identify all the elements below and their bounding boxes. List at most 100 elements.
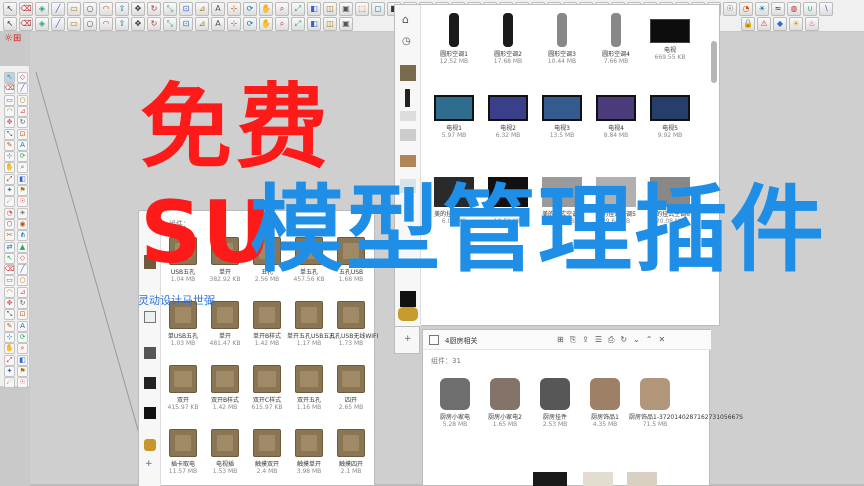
model-thumbnail[interactable] bbox=[557, 13, 567, 47]
left-tool-3-icon[interactable]: ╱ bbox=[17, 83, 28, 95]
left-tool-44-icon[interactable]: ✎ bbox=[4, 320, 15, 332]
left-tool-23-icon[interactable]: ☉ bbox=[17, 196, 28, 208]
model-card[interactable]: 圆形空调4 7.66 MB bbox=[591, 13, 641, 65]
warning-icon[interactable]: ⚠ bbox=[757, 17, 771, 31]
add-icon[interactable]: + bbox=[404, 334, 412, 344]
left-tool-9-icon[interactable]: ↻ bbox=[17, 117, 28, 129]
union-icon[interactable]: ∪ bbox=[803, 2, 817, 16]
wireframe-icon[interactable]: ⊿ bbox=[195, 17, 209, 31]
scale-icon[interactable]: ⤡ bbox=[163, 2, 177, 16]
model-card[interactable]: 单开B样式 1.42 MB bbox=[245, 301, 289, 347]
model-card[interactable]: 双开 415.97 KB bbox=[161, 365, 205, 411]
close-icon[interactable]: ✕ bbox=[659, 335, 666, 345]
circle-icon[interactable]: ○ bbox=[83, 2, 97, 16]
model-card[interactable]: 五孔USB无线WIFI 1.73 MB bbox=[329, 301, 378, 347]
history-icon[interactable]: ◷ bbox=[402, 36, 411, 47]
model-thumbnail[interactable] bbox=[295, 365, 323, 393]
wireframe-icon[interactable]: ⬚ bbox=[355, 2, 369, 16]
arc-icon[interactable]: ◠ bbox=[99, 2, 113, 16]
model-card[interactable]: 双开C样式 615.97 KB bbox=[245, 365, 289, 411]
select-icon[interactable]: ↖ bbox=[3, 2, 17, 16]
axes-icon[interactable]: ▭ bbox=[67, 17, 81, 31]
move-icon[interactable]: ✥ bbox=[131, 2, 145, 16]
left-tool-54-icon[interactable]: ☄ bbox=[4, 377, 15, 389]
left-tool-18-icon[interactable]: ⤢ bbox=[4, 173, 15, 185]
rail-thumb[interactable] bbox=[400, 65, 416, 81]
model-thumbnail[interactable] bbox=[295, 429, 323, 457]
partial-thumb[interactable] bbox=[583, 472, 613, 486]
offset-icon[interactable]: ⊡ bbox=[179, 2, 193, 16]
sun-icon[interactable]: ☀ bbox=[789, 17, 803, 31]
model-thumbnail[interactable] bbox=[490, 378, 520, 410]
chevron-down-icon[interactable]: ⌄ bbox=[633, 335, 640, 345]
shaded-icon[interactable]: ⊹ bbox=[227, 17, 241, 31]
model-card[interactable]: 电视1 5.97 MB bbox=[429, 95, 479, 139]
axes-icon[interactable]: ⊹ bbox=[227, 2, 241, 16]
model-thumbnail[interactable] bbox=[590, 378, 620, 410]
rail-thumb[interactable] bbox=[400, 291, 416, 307]
left-tool-48-icon[interactable]: ✋ bbox=[4, 343, 15, 355]
left-tool-1-icon[interactable]: ◇ bbox=[17, 72, 28, 83]
plugin-red-icon[interactable]: ☼⊞ bbox=[4, 33, 28, 47]
model-thumbnail[interactable] bbox=[434, 95, 474, 121]
model-thumbnail[interactable] bbox=[611, 13, 621, 47]
scrollbar-thumb[interactable] bbox=[711, 41, 717, 83]
front-icon[interactable]: ◧ bbox=[307, 17, 321, 31]
left-tool-24-icon[interactable]: ◔ bbox=[4, 207, 15, 219]
left-tool-37-icon[interactable]: ○ bbox=[17, 275, 28, 287]
left-tool-46-icon[interactable]: ⊹ bbox=[4, 331, 15, 343]
upload-icon[interactable]: ⇪ bbox=[582, 335, 589, 345]
left-tool-32-icon[interactable]: ↖ bbox=[4, 252, 15, 264]
left-tool-0-icon[interactable]: ↖ bbox=[4, 72, 15, 83]
left-tool-25-icon[interactable]: ☀ bbox=[17, 207, 28, 219]
model-thumbnail[interactable] bbox=[440, 378, 470, 410]
left-tool-45-icon[interactable]: A bbox=[17, 320, 28, 332]
left-tool-36-icon[interactable]: ▭ bbox=[4, 275, 15, 287]
eraser-icon[interactable]: ⌫ bbox=[19, 2, 33, 16]
hidden-line-icon[interactable]: ◻ bbox=[371, 2, 385, 16]
model-card[interactable]: 电视2 6.32 MB bbox=[483, 95, 533, 139]
right-icon[interactable]: ◫ bbox=[323, 17, 337, 31]
file-add-icon[interactable]: ⎘ bbox=[570, 335, 576, 345]
model-thumbnail[interactable] bbox=[650, 95, 690, 121]
fire-icon[interactable]: ♨ bbox=[805, 17, 819, 31]
back-icon[interactable]: ▣ bbox=[339, 17, 353, 31]
left-tool-2-icon[interactable]: ⌫ bbox=[4, 83, 15, 95]
zoom-extents-icon[interactable]: ✥ bbox=[131, 17, 145, 31]
model-card[interactable]: 双开五孔 1.16 MB bbox=[287, 365, 331, 411]
section-icon[interactable]: ◧ bbox=[307, 2, 321, 16]
zoom-extents-icon[interactable]: ⤢ bbox=[291, 2, 305, 16]
left-tool-20-icon[interactable]: ✦ bbox=[4, 185, 15, 196]
pan-icon[interactable]: ✋ bbox=[259, 2, 273, 16]
model-card[interactable]: 厨房挂件 2.53 MB bbox=[529, 378, 581, 428]
left-tool-11-icon[interactable]: ⊡ bbox=[17, 128, 28, 140]
offset-icon[interactable]: ⌫ bbox=[19, 17, 33, 31]
orbit-icon[interactable]: ○ bbox=[83, 17, 97, 31]
left-tool-43-icon[interactable]: ⊡ bbox=[17, 309, 28, 321]
fog-icon[interactable]: ◔ bbox=[739, 2, 753, 16]
rect-icon[interactable]: ▭ bbox=[67, 2, 81, 16]
zoom-icon[interactable]: ⇧ bbox=[115, 17, 129, 31]
left-tool-13-icon[interactable]: A bbox=[17, 139, 28, 151]
model-thumbnail[interactable] bbox=[253, 301, 281, 329]
partial-thumb[interactable] bbox=[627, 472, 657, 486]
left-tool-40-icon[interactable]: ✥ bbox=[4, 298, 15, 309]
add-icon[interactable]: + bbox=[145, 459, 153, 469]
model-thumbnail[interactable] bbox=[488, 95, 528, 121]
model-thumbnail[interactable] bbox=[337, 301, 365, 329]
model-thumbnail[interactable] bbox=[337, 429, 365, 457]
zoom-icon[interactable]: ⌕ bbox=[275, 2, 289, 16]
left-tool-21-icon[interactable]: ⚑ bbox=[17, 185, 28, 196]
model-thumbnail[interactable] bbox=[337, 365, 365, 393]
left-tool-16-icon[interactable]: ✋ bbox=[4, 162, 15, 174]
orbit-icon[interactable]: ⟳ bbox=[243, 2, 257, 16]
lock-icon[interactable]: 🔒 bbox=[741, 17, 755, 31]
left-tool-49-icon[interactable]: ⌕ bbox=[17, 343, 28, 355]
left-tool-52-icon[interactable]: ✦ bbox=[4, 365, 15, 377]
model-thumbnail[interactable] bbox=[253, 429, 281, 457]
iso-icon[interactable]: ⌕ bbox=[275, 17, 289, 31]
model-card[interactable]: 电视 669.55 KB bbox=[645, 13, 695, 61]
model-thumbnail[interactable] bbox=[596, 95, 636, 121]
left-tool-28-icon[interactable]: ✂ bbox=[4, 230, 15, 242]
print-icon[interactable]: ⎙ bbox=[608, 335, 614, 345]
